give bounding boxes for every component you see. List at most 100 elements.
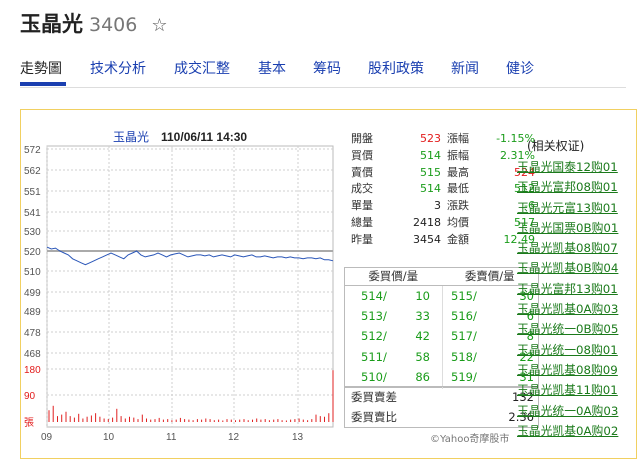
bid-ask-diff-label: 委買賣差 [351, 390, 397, 404]
quote-value: 3 [434, 199, 441, 213]
price-tick-label: 468 [24, 349, 41, 360]
price-tick-label: 562 [24, 166, 41, 177]
order-book: 委買價/量 委賣價/量 514/10 515/30 513/33 516/6 512/4… [344, 267, 539, 389]
quote-value: 3454 [413, 232, 441, 246]
tab-dividend[interactable]: 股利政策 [368, 58, 424, 78]
quote-panel: 玉晶光 110/06/11 14:30 572 562 551 541 530 520 51… [20, 109, 637, 459]
sell-price: 519/ [451, 369, 477, 384]
quote-table: 開盤 523 漲幅 -1.15% 買價 514 振幅 2.31% 賣價 515 最高 524 成交 514… [344, 131, 539, 249]
quote-label: 振幅 [447, 148, 469, 162]
warrant-link[interactable]: 玉晶光国票0B购01 [517, 218, 637, 238]
warrant-link[interactable]: 玉晶光元富13购01 [517, 198, 637, 218]
price-tick-label: 510 [24, 267, 41, 278]
quote-value: 514 [420, 182, 441, 196]
quote-label: 最低 [447, 182, 469, 196]
warrant-link[interactable]: 玉晶光凯基0A购03 [517, 299, 637, 319]
warrant-link[interactable]: 玉晶光统一0A购03 [517, 401, 637, 421]
quote-row: 總量 2418 均價 517 [344, 215, 539, 232]
quote-row: 買價 514 振幅 2.31% [344, 148, 539, 165]
warrant-link[interactable]: 玉晶光凯基08购07 [517, 238, 637, 258]
stock-name: 玉晶光 [20, 12, 83, 36]
tab-technical[interactable]: 技术分析 [90, 58, 146, 78]
quote-label: 賣價 [351, 165, 373, 179]
quote-row: 賣價 515 最高 524 [344, 165, 539, 182]
sell-price: 517/ [451, 329, 477, 344]
warrant-link[interactable]: 玉晶光凯基0A购02 [517, 421, 637, 441]
buy-price: 514/ [361, 289, 387, 303]
bid-ask-ratio-label: 委買賣比 [351, 410, 397, 424]
buy-header: 委買價/量 [368, 269, 419, 283]
buy-price: 512/ [361, 329, 387, 344]
chart-datetime: 110/06/11 14:30 [161, 130, 247, 144]
quote-row: 昨量 3454 金額 12.49 [344, 232, 539, 249]
warrant-link[interactable]: 玉晶光富邦08购01 [517, 177, 637, 197]
time-tick-label: 09 [41, 432, 53, 443]
quote-row: 開盤 523 漲幅 -1.15% [344, 131, 539, 148]
favorite-star-icon[interactable]: ☆ [151, 15, 167, 36]
order-book-divider [442, 286, 443, 389]
time-tick-label: 10 [103, 432, 115, 443]
price-tick-label: 551 [24, 187, 41, 198]
price-tick-label: 572 [24, 145, 41, 156]
buy-volume: 58 [415, 349, 430, 364]
quote-label: 成交 [351, 182, 373, 196]
tab-trades[interactable]: 成交汇整 [174, 58, 230, 78]
buy-price: 511/ [361, 349, 387, 364]
quote-label: 均價 [447, 215, 469, 229]
sell-price: 515/ [451, 289, 477, 303]
chart-frame [46, 145, 334, 428]
chart-title: 玉晶光 [113, 130, 149, 144]
quote-row: 單量 3 漲跌 -6 [344, 198, 539, 215]
intraday-chart: 玉晶光 110/06/11 14:30 572 562 551 541 530 520 51… [24, 130, 334, 443]
tab-basic[interactable]: 基本 [258, 58, 286, 78]
volume-tick-label: 90 [24, 391, 36, 402]
quote-label: 買價 [351, 148, 373, 162]
warrant-link[interactable]: 玉晶光凯基0B购04 [517, 258, 637, 278]
price-tick-label: 541 [24, 208, 41, 219]
volume-tick-label: 張 [24, 417, 34, 429]
warrants-title: (相关权证) [527, 139, 585, 153]
quote-value: 2418 [413, 215, 441, 229]
warrant-link[interactable]: 玉晶光统一08购01 [517, 340, 637, 360]
buy-price: 513/ [361, 309, 387, 324]
price-tick-label: 530 [24, 227, 41, 238]
quote-label: 昨量 [351, 232, 373, 246]
price-tick-label: 499 [24, 288, 41, 299]
warrant-link[interactable]: 玉晶光国泰12购01 [517, 157, 637, 177]
tab-news[interactable]: 新闻 [451, 58, 479, 78]
quote-label: 單量 [351, 199, 373, 213]
tab-diagnosis[interactable]: 健诊 [506, 58, 534, 78]
warrant-link[interactable]: 玉晶光统一0B购05 [517, 319, 637, 339]
quote-label: 最高 [447, 165, 469, 179]
order-summary: 委買賣差 132 委買賣比 2.36 [344, 386, 539, 428]
copyright: ©Yahoo奇摩股市 [430, 434, 510, 445]
active-tab-indicator [20, 82, 66, 86]
time-tick-label: 12 [228, 432, 240, 443]
quote-label: 開盤 [351, 132, 373, 145]
warrant-link[interactable]: 玉晶光凯基11购01 [517, 380, 637, 400]
sell-price: 518/ [451, 349, 477, 364]
quote-label: 漲跌 [447, 199, 469, 213]
tab-chips[interactable]: 筹码 [313, 58, 341, 78]
quote-label: 漲幅 [447, 132, 469, 145]
stock-header: 玉晶光 3406 ☆ [20, 8, 168, 36]
quote-label: 金額 [447, 232, 469, 246]
quote-label: 總量 [351, 215, 373, 229]
bid-ask-ratio-row: 委買賣比 2.36 [345, 407, 538, 427]
price-tick-label: 520 [24, 247, 41, 258]
time-tick-label: 13 [292, 432, 304, 443]
quote-value: 515 [420, 165, 441, 179]
sell-price: 516/ [451, 309, 477, 324]
volume-tick-label: 180 [24, 365, 41, 376]
buy-volume: 86 [415, 369, 430, 384]
price-tick-label: 489 [24, 307, 41, 318]
warrant-link[interactable]: 玉晶光凯基08购09 [517, 360, 637, 380]
time-tick-label: 11 [166, 432, 177, 443]
related-warrants: (相关权证) 玉晶光国泰12购01 玉晶光富邦08购01 玉晶光元富13购01 玉晶光… [517, 135, 637, 441]
tab-bar: 走勢圖 技术分析 成交汇整 基本 筹码 股利政策 新闻 健诊 [20, 58, 626, 88]
tab-trend[interactable]: 走勢圖 [20, 58, 62, 78]
buy-volume: 42 [415, 329, 430, 344]
warrant-link[interactable]: 玉晶光富邦13购01 [517, 279, 637, 299]
quote-value: 523 [420, 132, 441, 145]
buy-volume: 10 [415, 289, 430, 303]
